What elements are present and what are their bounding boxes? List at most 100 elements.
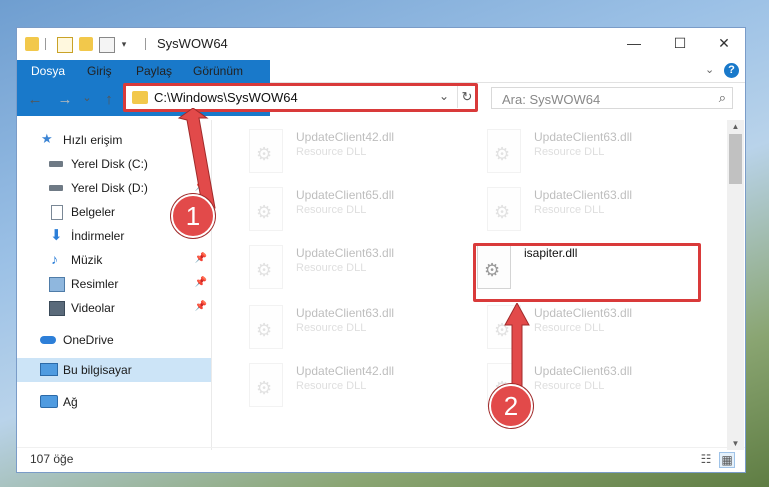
file-description: Resource DLL (296, 204, 367, 216)
sidebar-item-label: Hızlı erişim (63, 133, 123, 147)
ribbon-tabs: Dosya Giriş Paylaş Görünüm ⌄ ? (17, 60, 745, 116)
search-input[interactable] (500, 89, 704, 109)
folder-icon (132, 91, 148, 104)
forward-arrow-icon[interactable]: → (55, 91, 75, 108)
address-path[interactable]: C:\Windows\SysWOW64 (154, 90, 298, 105)
folder-icon (25, 37, 39, 51)
list-item[interactable]: UpdateClient42.dll Resource DLL (223, 124, 448, 180)
item-count: 107 öğe (30, 452, 74, 466)
file-name: UpdateClient63.dll (534, 130, 633, 144)
divider (145, 38, 146, 50)
sidebar-item-label: Yerel Disk (C:) (71, 157, 148, 171)
dll-file-icon (487, 129, 521, 173)
sidebar-item-label: Müzik (71, 253, 103, 267)
sidebar-item-label: Yerel Disk (D:) (71, 181, 148, 195)
dll-file-icon (249, 187, 283, 231)
file-name: UpdateClient63.dll (534, 306, 633, 320)
pin-icon[interactable]: 📌 (195, 277, 207, 288)
new-folder-icon[interactable] (79, 37, 93, 51)
file-description: Resource DLL (296, 146, 367, 158)
star-icon: ★ (41, 131, 53, 146)
list-item[interactable]: UpdateClient65.dll Resource DLL (223, 182, 448, 238)
dll-file-icon (487, 187, 521, 231)
sidebar-item-music[interactable]: ♪ Müzik 📌 (17, 248, 211, 272)
sidebar-item-label: İndirmeler (71, 229, 125, 243)
file-explorer-window: ▾ SysWOW64 — ☐ ✕ Dosya Giriş Paylaş Görü… (16, 27, 746, 473)
quick-access-dropdown-icon[interactable]: ▾ (117, 37, 131, 51)
details-view-icon[interactable]: ☷ (699, 452, 713, 466)
tab-share[interactable]: Paylaş (126, 60, 182, 82)
window-title: SysWOW64 (157, 36, 228, 51)
chevron-down-icon[interactable]: ⌄ (439, 89, 449, 103)
list-item[interactable]: UpdateClient63.dll Resource DLL (461, 182, 686, 238)
file-description: Resource DLL (534, 204, 605, 216)
title-bar[interactable]: ▾ SysWOW64 — ☐ ✕ (17, 28, 745, 60)
close-button[interactable]: ✕ (701, 28, 747, 58)
properties-icon[interactable] (57, 37, 73, 53)
pin-icon[interactable]: 📌 (195, 253, 207, 264)
search-box[interactable]: ⌕ (491, 87, 733, 109)
file-highlight-box (473, 243, 701, 302)
list-item[interactable]: UpdateClient63.dll Resource DLL (461, 300, 686, 356)
pin-icon[interactable]: 📌 (195, 301, 207, 312)
sidebar-item-videos[interactable]: Videolar 📌 (17, 296, 211, 320)
drive-icon (49, 185, 63, 191)
file-description: Resource DLL (296, 322, 367, 334)
list-item[interactable]: UpdateClient63.dll Resource DLL (223, 240, 448, 296)
sidebar-item-pictures[interactable]: Resimler 📌 (17, 272, 211, 296)
status-bar: 107 öğe ☷ ▦ (17, 447, 745, 472)
sidebar-item-label: Bu bilgisayar (63, 363, 132, 377)
file-description: Resource DLL (534, 380, 605, 392)
step-1-badge: 1 (171, 194, 215, 238)
document-icon (51, 205, 63, 220)
minimize-button[interactable]: — (611, 28, 657, 58)
sidebar-item-label: OneDrive (63, 333, 114, 347)
file-name: UpdateClient63.dll (534, 364, 633, 378)
chevron-down-icon[interactable]: ⌄ (705, 63, 714, 76)
network-icon (40, 395, 58, 408)
file-name: UpdateClient63.dll (296, 246, 395, 260)
dll-file-icon (249, 129, 283, 173)
file-name: UpdateClient65.dll (296, 188, 395, 202)
sidebar-item-onedrive[interactable]: OneDrive (17, 328, 211, 352)
file-name: UpdateClient63.dll (296, 306, 395, 320)
dll-file-icon (249, 363, 283, 407)
scrollbar-thumb[interactable] (729, 134, 742, 184)
pictures-icon (49, 277, 65, 292)
sidebar-item-label: Belgeler (71, 205, 116, 219)
up-arrow-icon[interactable]: ↑ (99, 91, 119, 108)
list-item[interactable]: UpdateClient42.dll Resource DLL (223, 358, 448, 414)
maximize-button[interactable]: ☐ (657, 28, 703, 58)
file-name: UpdateClient63.dll (534, 188, 633, 202)
sidebar-item-label: Ağ (63, 395, 78, 409)
back-arrow-icon[interactable]: ← (25, 91, 45, 108)
list-item[interactable]: UpdateClient63.dll Resource DLL (223, 300, 448, 356)
sidebar-item-label: Resimler (71, 277, 119, 291)
large-icons-view-icon[interactable]: ▦ (719, 452, 735, 468)
refresh-button[interactable]: ↻ (457, 86, 476, 108)
tab-home[interactable]: Giriş (77, 60, 122, 82)
search-icon[interactable]: ⌕ (719, 90, 726, 106)
sidebar-item-label: Videolar (71, 301, 115, 315)
list-item[interactable]: UpdateClient63.dll Resource DLL (461, 124, 686, 180)
file-description: Resource DLL (296, 380, 367, 392)
music-icon: ♪ (51, 251, 58, 267)
sidebar-item-this-pc[interactable]: Bu bilgisayar (17, 358, 211, 382)
drive-icon (49, 161, 63, 167)
tab-view[interactable]: Görünüm (183, 60, 253, 82)
help-icon[interactable]: ? (724, 63, 739, 78)
navigation-bar: ← → ⌄ ↑ C:\Windows\SysWOW64 ⌄ ↻ ⌕ (17, 83, 745, 118)
file-description: Resource DLL (534, 322, 605, 334)
address-bar[interactable]: C:\Windows\SysWOW64 ⌄ (125, 85, 476, 110)
file-name: UpdateClient42.dll (296, 130, 395, 144)
file-name: UpdateClient42.dll (296, 364, 395, 378)
dll-file-icon (249, 245, 283, 289)
file-description: Resource DLL (296, 262, 367, 274)
vertical-scrollbar[interactable]: ▲ ▼ (727, 120, 744, 450)
sidebar-item-network[interactable]: Ağ (17, 390, 211, 414)
download-icon: ⬇ (50, 227, 63, 244)
scroll-up-icon[interactable]: ▲ (727, 122, 744, 131)
customize-toolbar-icon[interactable] (99, 37, 115, 53)
recent-locations-icon[interactable]: ⌄ (77, 91, 97, 104)
divider (45, 38, 46, 50)
